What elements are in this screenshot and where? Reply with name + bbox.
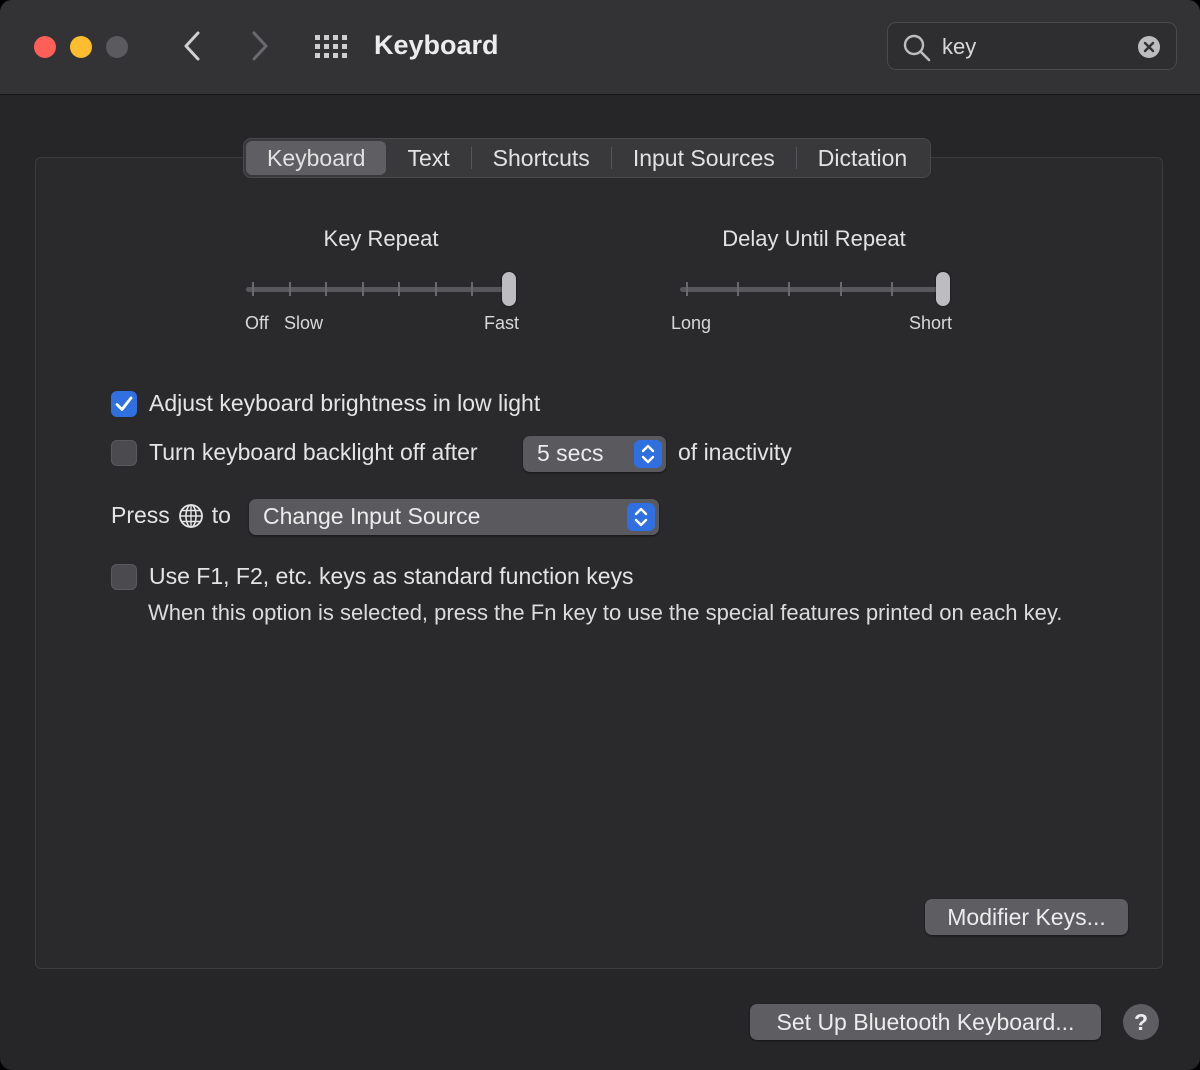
title-bar: Keyboard (0, 0, 1200, 95)
slider-tick (434, 282, 437, 296)
function-keys-description: When this option is selected, press the … (148, 600, 1063, 625)
show-all-grid-icon[interactable] (314, 34, 348, 58)
slider-tick (361, 282, 364, 296)
slider-tick (890, 282, 893, 296)
to-label: to (211, 502, 231, 528)
tab-text[interactable]: Text (386, 141, 470, 175)
backlight-off-row: Turn keyboard backlight off after (111, 439, 478, 466)
search-input[interactable] (942, 32, 1122, 62)
press-globe-row: Press to (111, 502, 231, 529)
key-repeat-slow-label: Slow (284, 313, 324, 333)
globe-action-value: Change Input Source (263, 503, 481, 529)
tab-bar: Keyboard Text Shortcuts Input Sources Di… (243, 138, 932, 178)
delay-long-label: Long (671, 313, 712, 333)
slider-tick (252, 282, 254, 296)
back-arrow-icon[interactable] (178, 28, 208, 64)
tab-keyboard[interactable]: Keyboard (246, 141, 387, 175)
bluetooth-keyboard-button[interactable]: Set Up Bluetooth Keyboard... (750, 1004, 1101, 1040)
tab-shortcuts[interactable]: Shortcuts (472, 141, 611, 175)
adjust-brightness-label: Adjust keyboard brightness in low light (149, 390, 541, 416)
search-field[interactable] (887, 22, 1177, 70)
up-down-chevron-icon (634, 440, 662, 468)
function-keys-label: Use F1, F2, etc. keys as standard functi… (149, 563, 634, 589)
zoom-window-button[interactable] (106, 36, 128, 58)
slider-tick (686, 282, 688, 296)
clear-search-icon[interactable] (1138, 36, 1160, 58)
backlight-off-checkbox[interactable] (111, 439, 137, 466)
press-label: Press (111, 502, 170, 528)
globe-action-popup[interactable]: Change Input Source (249, 499, 659, 535)
key-repeat-fast-label: Fast (484, 313, 520, 333)
key-repeat-slider[interactable] (246, 270, 516, 310)
adjust-brightness-row: Adjust keyboard brightness in low light (111, 390, 540, 417)
up-down-chevron-icon (627, 503, 655, 531)
checkmark-icon (115, 396, 133, 411)
inactivity-suffix-row: of inactivity (678, 439, 792, 466)
function-keys-checkbox[interactable] (111, 563, 137, 590)
inactivity-suffix-label: of inactivity (678, 439, 792, 465)
slider-track (680, 287, 950, 292)
globe-icon (178, 503, 203, 528)
window-title: Keyboard (374, 30, 499, 60)
key-repeat-off-label: Off (245, 313, 269, 333)
delay-until-repeat-title: Delay Until Repeat (722, 226, 906, 251)
backlight-off-label: Turn keyboard backlight off after (149, 439, 478, 465)
modifier-keys-button[interactable]: Modifier Keys... (925, 899, 1128, 935)
delay-short-label: Short (909, 313, 953, 333)
slider-tick (737, 282, 740, 296)
slider-tick (398, 282, 401, 296)
search-icon (903, 34, 931, 62)
preferences-window: Keyboard Keyboard Text Shortcuts Input S… (0, 0, 1200, 1070)
backlight-timeout-value: 5 secs (537, 440, 604, 466)
slider-thumb[interactable] (936, 272, 950, 306)
minimize-window-button[interactable] (70, 36, 92, 58)
key-repeat-title: Key Repeat (323, 226, 439, 251)
tab-dictation[interactable]: Dictation (797, 141, 928, 175)
slider-tick (471, 282, 474, 296)
slider-tick (325, 282, 328, 296)
slider-tick (839, 282, 842, 296)
slider-tick (288, 282, 291, 296)
close-window-button[interactable] (34, 36, 56, 58)
help-button[interactable]: ? (1123, 1004, 1159, 1040)
slider-thumb[interactable] (502, 272, 516, 306)
function-keys-row: Use F1, F2, etc. keys as standard functi… (111, 563, 634, 590)
adjust-brightness-checkbox[interactable] (111, 390, 137, 417)
tab-input-sources[interactable]: Input Sources (612, 141, 796, 175)
slider-tick (788, 282, 791, 296)
slider-track (246, 287, 516, 292)
backlight-timeout-popup[interactable]: 5 secs (523, 436, 666, 472)
forward-arrow-icon[interactable] (244, 28, 274, 64)
delay-until-repeat-slider[interactable] (680, 270, 950, 310)
